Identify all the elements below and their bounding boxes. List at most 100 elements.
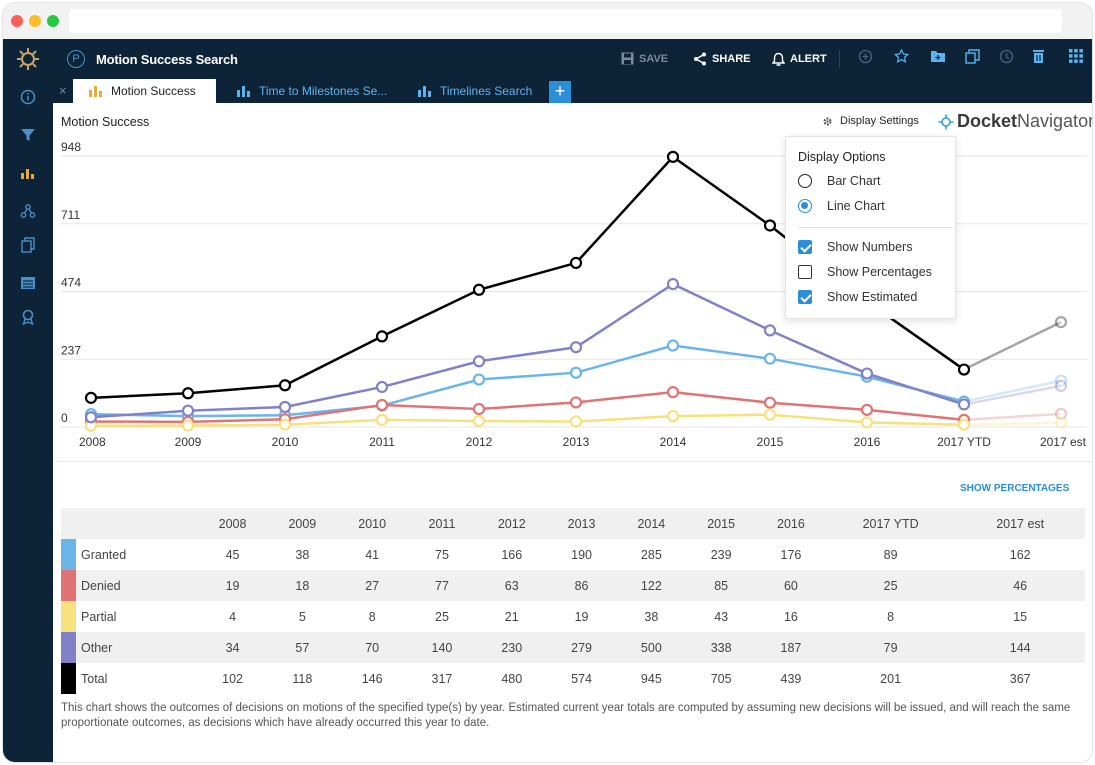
row-label-cell: Denied [61,570,198,601]
table-value-cell: 8 [368,609,376,624]
add-tab-button[interactable]: + [549,81,571,103]
bar-chart-icon [89,86,102,97]
tab-time-to-milestones[interactable]: Time to Milestones Se... [237,79,387,103]
bar-chart-radio[interactable] [798,174,812,188]
minimize-window-button[interactable] [29,15,41,27]
table-value-cell: 480 [501,671,523,686]
share-label: SHARE [712,53,751,65]
apps-grid-icon[interactable] [1069,49,1083,67]
alert-label: ALERT [790,53,827,65]
tab-motion-success[interactable]: Motion Success [73,79,216,103]
table-value-cell: 367 [1009,671,1031,686]
browser-titlebar [3,3,1092,39]
x-tick-label: 2010 [272,435,299,449]
close-tab-icon[interactable]: × [59,83,67,98]
table-header-cell: 2008 [218,516,247,531]
row-label-cell: Partial [61,601,198,632]
line-chart-option-label: Line Chart [827,199,885,213]
address-bar[interactable] [69,9,1062,33]
data-point-total [666,150,680,163]
network-icon[interactable] [3,195,53,227]
show-percentages-label: Show Percentages [827,265,932,279]
table-row: Total 102 118 146 317 480 574 945 705 439 201 367 [61,663,1085,694]
app-logo-icon[interactable] [3,39,53,79]
y-tick-label: 948 [61,140,81,154]
table-value-cell: 41 [365,547,380,562]
table-value-cell: 60 [783,578,798,593]
table-value-cell: 190 [571,547,592,562]
copy-icon[interactable] [3,229,53,261]
data-point-total [472,283,486,296]
table-value-cell: 187 [780,640,802,655]
top-toolbar: P Motion Success Search SAVE SHARE ALERT [53,39,1092,79]
save-button[interactable]: SAVE [621,52,668,65]
tab-timelines-search[interactable]: Timelines Search [418,79,532,103]
table-value-cell: 18 [295,578,310,593]
table-value-cell: 21 [504,609,519,624]
table-value-cell: 70 [365,640,380,655]
show-estimated-checkbox[interactable] [798,290,812,304]
star-icon[interactable] [893,48,910,68]
x-tick-label: 2009 [175,435,202,449]
series-color-swatch [61,570,76,601]
show-numbers-option[interactable]: Show Numbers [798,240,912,254]
close-window-button[interactable] [11,15,23,27]
display-settings-button[interactable]: Display Settings [822,115,919,127]
filter-icon[interactable] [3,119,53,151]
show-percentages-checkbox[interactable] [798,265,812,279]
table-header-cell: 2011 [428,516,456,531]
maximize-window-button[interactable] [47,15,59,27]
line-chart-radio[interactable] [798,199,812,213]
bar-chart-icon [418,86,431,97]
bar-chart-icon[interactable] [3,157,53,189]
history-icon[interactable] [999,49,1014,68]
duplicate-icon[interactable] [965,49,980,68]
add-icon[interactable] [858,49,873,68]
info-icon[interactable] [3,81,53,113]
display-settings-label: Display Settings [840,115,919,127]
show-numbers-checkbox[interactable] [798,240,812,254]
project-icon[interactable]: P [67,50,85,68]
share-button[interactable]: SHARE [693,52,751,66]
table-value-cell: 86 [574,578,589,593]
table-value-cell: 102 [222,671,243,686]
table-icon[interactable] [3,267,53,299]
data-point-total [763,219,777,232]
bar-chart-option[interactable]: Bar Chart [798,174,881,188]
table-value-cell: 439 [780,671,802,686]
show-percentages-option[interactable]: Show Percentages [798,265,932,279]
table-value-cell: 4 [229,609,237,624]
table-header-cell: 2013 [567,516,596,531]
table-header-row: 2008 2009 2010 2011 2012 2013 2014 2015 2016 2017… [61,508,1085,539]
brand-logo: Docket Navigator [938,111,1092,132]
data-point-denied [763,396,777,409]
alert-button[interactable]: ALERT [772,52,827,66]
table-value-cell: 34 [225,640,240,655]
brand-name-bold: Docket [957,111,1018,131]
table-value-cell: 15 [1013,609,1028,624]
award-icon[interactable] [3,301,53,333]
show-estimated-option[interactable]: Show Estimated [798,290,917,304]
options-divider [798,227,953,228]
app-title: Motion Success Search [96,52,238,67]
table-header-cell: 2014 [637,516,666,531]
table-value-cell: 144 [1009,640,1031,655]
table-value-cell: 19 [574,609,589,624]
main-content: Motion Success Display Settings Docket Na… [53,103,1092,762]
folder-icon[interactable] [930,49,946,67]
data-point-granted [472,373,486,386]
data-point-total [84,391,98,404]
line-chart-option[interactable]: Line Chart [798,199,885,213]
data-point-partial [666,410,680,423]
data-point-other [375,380,389,394]
save-label: SAVE [639,52,669,65]
table-value-cell: 75 [435,547,449,562]
show-percentages-link[interactable]: SHOW PERCENTAGES [960,483,1069,494]
table-value-cell: 140 [431,640,453,655]
x-tick-label: 2013 [563,435,590,449]
data-point-denied [666,386,680,399]
row-label: Partial [81,609,117,624]
table-value-cell: 230 [501,640,523,655]
data-point-denied [860,403,874,416]
trash-icon[interactable] [1032,49,1045,68]
